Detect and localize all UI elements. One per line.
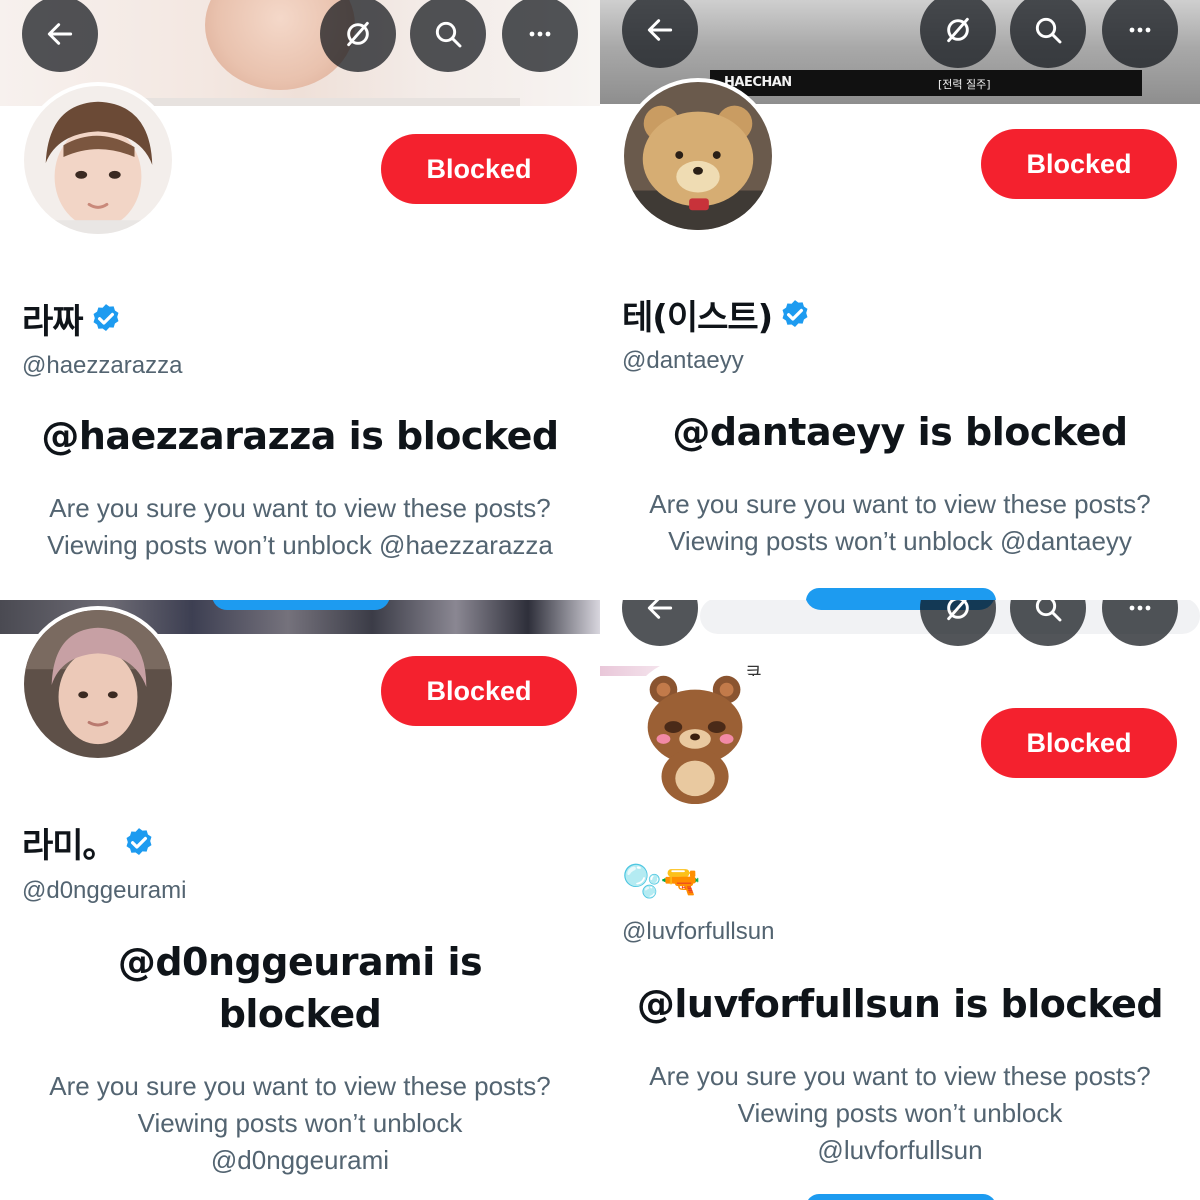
blocked-title: @d0nggeurami is blocked — [0, 936, 600, 1040]
display-name: 테(이스트) — [622, 298, 773, 338]
blocked-message: Are you sure you want to view these post… — [600, 1058, 1200, 1169]
blocked-title: @dantaeyy is blocked — [672, 410, 1128, 454]
blocked-message-line: Viewing posts won’t unblock @haezzarazza — [47, 530, 553, 560]
profile-handle: @d0nggeurami — [22, 877, 187, 904]
blocked-message-line: Viewing posts won’t unblock — [137, 1108, 463, 1138]
profile-name-row: 라미。 — [22, 818, 156, 867]
blocked-button[interactable]: Blocked — [981, 708, 1177, 778]
profile-handle: @dantaeyy — [622, 347, 744, 374]
verified-badge-icon[interactable] — [89, 302, 123, 336]
view-posts-button[interactable] — [806, 588, 996, 600]
blocked-message-line: Viewing posts won’t unblock — [737, 1098, 1063, 1128]
more-icon — [1129, 605, 1151, 611]
display-name: 🫧🔫 — [622, 862, 701, 900]
avatar-image — [624, 660, 772, 808]
grok-icon — [347, 21, 369, 47]
blocked-button[interactable]: Blocked — [381, 656, 577, 726]
avatar-image — [24, 86, 172, 234]
grok-icon — [947, 600, 969, 621]
avatar-image — [624, 82, 772, 230]
blocked-message-line: Are you sure you want to view these post… — [49, 1071, 551, 1101]
view-posts-button-edge[interactable] — [212, 600, 390, 610]
verified-badge-icon[interactable] — [778, 298, 812, 332]
blocked-message-line: Are you sure you want to view these post… — [649, 489, 1151, 519]
avatar-image — [24, 610, 172, 758]
profile-name-row: 테(이스트) — [622, 290, 812, 339]
profile-panel-d0nggeurami: Blocked 라미。 @d0nggeurami @d0nggeurami is… — [0, 600, 600, 1200]
view-posts-button[interactable] — [806, 1194, 996, 1200]
banner-caption-right: [전력 질주] — [938, 78, 991, 91]
profile-panel-dantaeyy: HAECHAN [전력 질주] Blocked 테(이스트) @dantaeyy… — [600, 0, 1200, 600]
avatar[interactable] — [620, 78, 776, 234]
profile-name-row: 🫧🔫 — [622, 862, 701, 900]
banner-strip — [110, 98, 520, 106]
more-icon — [1129, 27, 1151, 33]
screenshot-collage: Blocked 라짜 @haezzarazza @haezzarazza is … — [0, 0, 1200, 1200]
blocked-message-line: @luvforfullsun — [817, 1135, 983, 1165]
blocked-message: Are you sure you want to view these post… — [0, 490, 600, 564]
blocked-button[interactable]: Blocked — [981, 129, 1177, 199]
avatar[interactable] — [620, 656, 776, 812]
blocked-message-line: @d0nggeurami — [210, 1145, 390, 1175]
banner-caption: HAECHAN [전력 질주] — [710, 70, 1142, 96]
more-icon — [529, 31, 551, 37]
blocked-title: @luvforfullsun is blocked — [636, 982, 1164, 1026]
blocked-message: Are you sure you want to view these post… — [0, 1068, 600, 1179]
display-name: 라미。 — [22, 826, 117, 866]
blocked-message-line: Are you sure you want to view these post… — [649, 1061, 1151, 1091]
blocked-title: @haezzarazza is blocked — [41, 414, 559, 458]
search-icon — [435, 21, 462, 48]
blocked-title-line: @d0nggeurami is — [117, 940, 483, 984]
back-arrow-icon — [647, 19, 673, 41]
profile-panel-haezzarazza: Blocked 라짜 @haezzarazza @haezzarazza is … — [0, 0, 600, 600]
profile-panel-luvforfullsun: 쿠 Blocked 🫧🔫 @luvforfullsun @luvforfulls… — [600, 600, 1200, 1200]
search-icon — [1035, 17, 1062, 44]
avatar[interactable] — [20, 82, 176, 238]
profile-name-row: 라짜 — [22, 294, 123, 343]
avatar[interactable] — [20, 606, 176, 762]
blocked-message-line: Are you sure you want to view these post… — [49, 493, 551, 523]
profile-handle: @haezzarazza — [22, 352, 183, 379]
blocked-message-line: Viewing posts won’t unblock @dantaeyy — [668, 526, 1132, 556]
search-icon — [1035, 600, 1062, 622]
profile-handle: @luvforfullsun — [622, 918, 775, 945]
blocked-button[interactable]: Blocked — [381, 134, 577, 204]
back-arrow-icon — [47, 23, 73, 45]
blocked-message: Are you sure you want to view these post… — [600, 486, 1200, 560]
blocked-title-line: blocked — [218, 992, 382, 1036]
verified-badge-icon[interactable] — [122, 826, 156, 860]
grok-icon — [947, 17, 969, 43]
display-name: 라짜 — [22, 302, 84, 342]
back-arrow-icon — [647, 600, 673, 619]
